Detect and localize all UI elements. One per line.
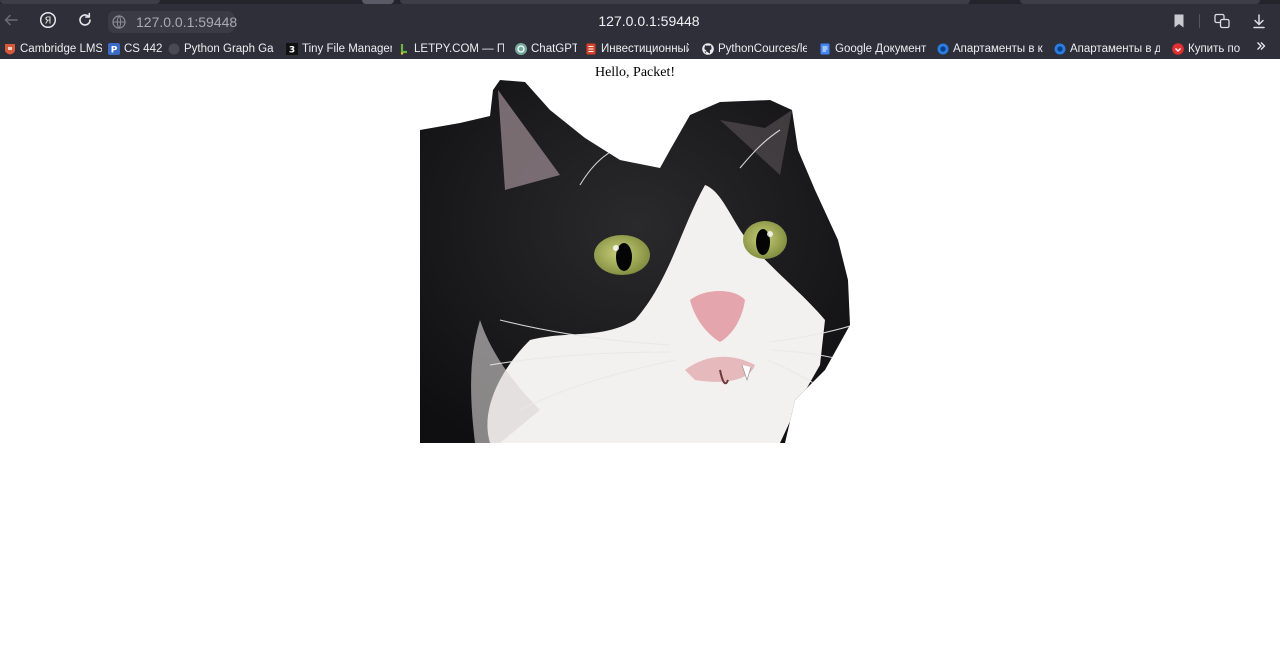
letpy-icon (398, 43, 410, 55)
bookmark-chatgpt[interactable]: ChatGPT (515, 40, 577, 58)
bookmark-python-graph-gallery[interactable]: Python Graph Gallery (168, 40, 274, 58)
bookmark-label: ChatGPT (531, 42, 577, 55)
bookmark-letpy[interactable]: LETPY.COM — Программирование (398, 40, 504, 58)
download-icon (1253, 14, 1265, 29)
dark-circle-icon (168, 43, 180, 55)
bookmark-label: PythonCources/lessons (718, 42, 807, 55)
page-content: Hello, Packet! (0, 59, 1280, 663)
inactive-tab[interactable] (0, 0, 160, 4)
github-icon (702, 42, 714, 55)
bookmark-buy[interactable]: Купить по (1172, 40, 1244, 58)
more-bookmarks-button[interactable] (1256, 40, 1266, 55)
bookmarks-bar: Cambridge LMS P CS 442 Python Graph Gall… (0, 38, 1280, 59)
bookmark-label: Python Graph Gallery (184, 42, 274, 55)
blue-globe-icon (1054, 43, 1066, 55)
bookmark-label: Google Документы (835, 42, 927, 55)
inactive-tab[interactable] (400, 0, 970, 4)
toolbar-divider (1199, 14, 1200, 28)
page-heading: Hello, Packet! (594, 65, 676, 80)
translate-icon (1214, 13, 1230, 29)
active-tab[interactable] (362, 0, 394, 4)
svg-text:3: 3 (289, 45, 295, 54)
bookmark-label: Инвестиционный (601, 42, 689, 55)
svg-text:P: P (111, 45, 118, 54)
bookmark-button[interactable] (1172, 11, 1186, 31)
bookmark-label: Купить по (1188, 42, 1241, 55)
inactive-tab[interactable] (1020, 0, 1260, 4)
red-circle-icon (1172, 42, 1184, 55)
bookmark-pythoncources[interactable]: PythonCources/lessons (702, 40, 807, 58)
bookmark-cs-442[interactable]: P CS 442 (108, 40, 162, 58)
bookmark-label: Апартаменты в курортном (953, 42, 1043, 55)
bookmark-label: Cambridge LMS (20, 42, 102, 55)
chevron-double-right-icon (1257, 42, 1266, 50)
bookmark-apartments-2[interactable]: Апартаменты в деревне (1054, 40, 1160, 58)
bookmark-label: Tiny File Manager (302, 42, 392, 55)
browser-toolbar: Я 127.0.0.1:59448 127.0.0.1:59448 (0, 0, 1280, 38)
tfm-icon: 3 (286, 42, 298, 55)
bookmark-investment[interactable]: Инвестиционный (585, 40, 689, 58)
cat-image (420, 80, 850, 443)
bookmark-apartments-1[interactable]: Апартаменты в курортном (937, 40, 1043, 58)
bookmark-label: LETPY.COM — Программирование (414, 42, 504, 55)
bookmark-cambridge-lms[interactable]: Cambridge LMS (4, 40, 102, 58)
downloads-button[interactable] (1252, 11, 1266, 31)
bookmark-label: Апартаменты в деревне (1070, 42, 1160, 55)
bookmark-google-docs[interactable]: Google Документы (819, 40, 927, 58)
translate-button[interactable] (1213, 11, 1231, 31)
cambridge-icon (4, 43, 16, 55)
bookmark-icon (1174, 14, 1184, 28)
bookmark-label: CS 442 (124, 42, 162, 55)
bookmark-tiny-file-manager[interactable]: 3 Tiny File Manager (286, 40, 392, 58)
google-docs-icon (819, 43, 831, 55)
document-red-icon (585, 43, 597, 55)
chatgpt-icon (515, 42, 527, 55)
tab-strip (0, 0, 1280, 4)
p-letter-icon: P (108, 42, 120, 55)
page-title: 127.0.0.1:59448 (598, 13, 700, 29)
blue-globe-icon (937, 43, 949, 55)
